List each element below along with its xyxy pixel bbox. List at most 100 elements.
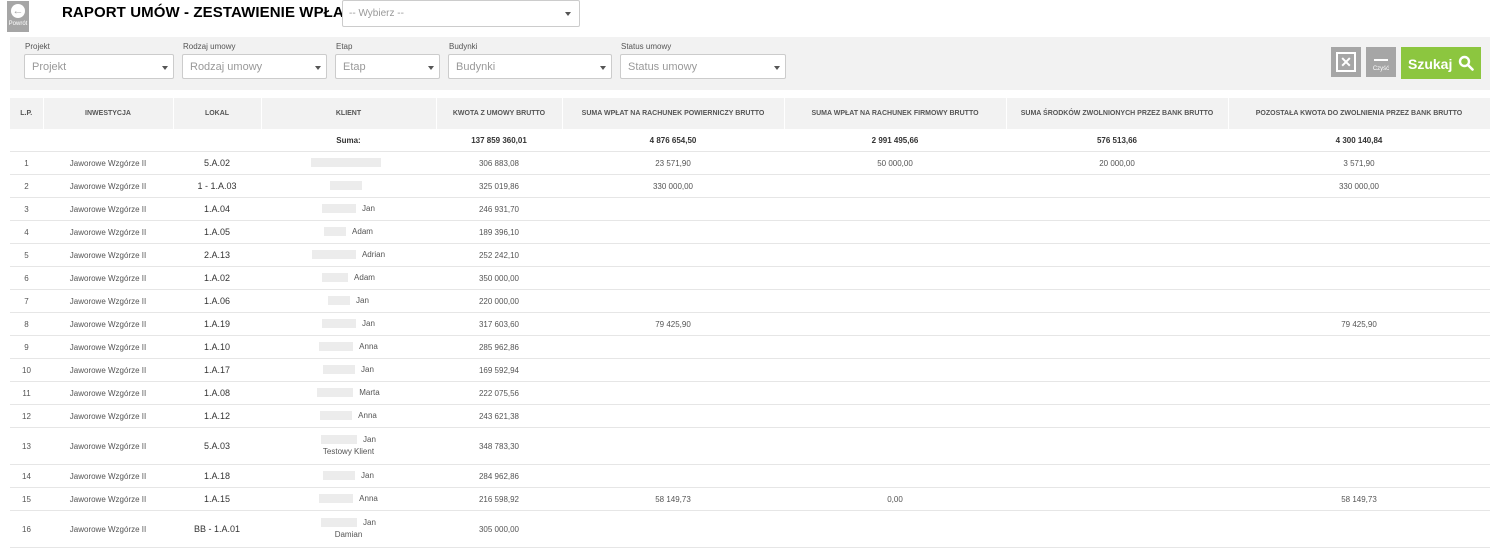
column-header[interactable]: KWOTA Z UMOWY BRUTTO	[436, 98, 563, 129]
firmowy-cell	[784, 243, 1006, 267]
lp-cell: 11	[10, 381, 43, 405]
lp-cell: 10	[10, 358, 43, 382]
search-button[interactable]: Szukaj	[1401, 47, 1481, 79]
lp-cell: 2	[10, 174, 43, 198]
table-row[interactable]: 4 Jaworowe Wzgórze II 1.A.05 Adam 189 396,10	[10, 220, 1490, 244]
redacted-name	[322, 319, 357, 329]
column-header[interactable]: INWESTYCJA	[43, 98, 174, 129]
zwolnione-cell	[1006, 464, 1228, 488]
back-button[interactable]: ← Powrót	[7, 1, 29, 32]
powierniczy-cell	[562, 289, 784, 313]
firmowy-cell	[784, 289, 1006, 313]
redacted-name	[323, 471, 356, 481]
lokal-cell: 2.A.13	[173, 243, 261, 267]
table-row[interactable]: 13 Jaworowe Wzgórze II 5.A.03 Jan Testowy Kl…	[10, 427, 1490, 465]
column-header[interactable]: POZOSTAŁA KWOTA DO ZWOLNIENIA PRZEZ BANK…	[1228, 98, 1491, 129]
projekt-select[interactable]: Projekt	[24, 54, 174, 79]
klient-cell	[261, 174, 436, 198]
klient-first-name: Adam	[354, 273, 375, 282]
lokal-cell: 1.A.02	[173, 266, 261, 290]
table-row[interactable]: 6 Jaworowe Wzgórze II 1.A.02 Adam 350 000,00	[10, 266, 1490, 290]
column-header[interactable]: SUMA WPŁAT NA RACHUNEK FIRMOWY BRUTTO	[784, 98, 1007, 129]
lokal-cell: 1.A.17	[173, 358, 261, 382]
table-row[interactable]: 11 Jaworowe Wzgórze II 1.A.08 Marta 222 075,…	[10, 381, 1490, 405]
klient-first-name: Adam	[352, 227, 373, 236]
zwolnione-cell	[1006, 510, 1228, 548]
powierniczy-cell	[562, 266, 784, 290]
export-excel-button[interactable]: ✕	[1331, 47, 1361, 77]
powierniczy-cell: 79 425,90	[562, 312, 784, 336]
chevron-down-icon	[600, 66, 606, 70]
pozostala-cell	[1228, 243, 1490, 267]
etap-select[interactable]: Etap	[335, 54, 440, 79]
search-label: Szukaj	[1408, 56, 1453, 72]
column-header[interactable]: KLIENT	[261, 98, 437, 129]
lokal-cell: 1.A.05	[173, 220, 261, 244]
budynki-select[interactable]: Budynki	[448, 54, 612, 79]
table-row[interactable]: 12 Jaworowe Wzgórze II 1.A.12 Anna 243 621,3…	[10, 404, 1490, 428]
rodzaj-umowy-select[interactable]: Rodzaj umowy	[182, 54, 327, 79]
firmowy-cell	[784, 220, 1006, 244]
status-umowy-select[interactable]: Status umowy	[620, 54, 786, 79]
table-header-row: L.P. INWESTYCJA LOKAL KLIENT KWOTA Z UMO…	[10, 98, 1491, 129]
table-row[interactable]: 10 Jaworowe Wzgórze II 1.A.17 Jan 169 592,94	[10, 358, 1490, 382]
filter-status-umowy: Status umowy Status umowy	[620, 42, 786, 79]
kwota-cell: 222 075,56	[436, 381, 562, 405]
sum-row: Suma: 137 859 360,01 4 876 654,50 2 991 …	[10, 129, 1490, 152]
powierniczy-cell: 330 000,00	[562, 174, 784, 198]
table-row[interactable]: 5 Jaworowe Wzgórze II 2.A.13 Adrian 252 242,…	[10, 243, 1490, 267]
klient-cell: Jan	[261, 312, 436, 336]
report-select[interactable]: -- Wybierz --	[342, 0, 580, 27]
column-header[interactable]: SUMA ŚRODKÓW ZWOLNIONYCH PRZEZ BANK BRUT…	[1006, 98, 1229, 129]
inwestycja-cell: Jaworowe Wzgórze II	[43, 220, 173, 244]
inwestycja-cell: Jaworowe Wzgórze II	[43, 243, 173, 267]
lokal-cell: 5.A.02	[173, 151, 261, 175]
lp-cell: 12	[10, 404, 43, 428]
klient-line	[261, 157, 436, 169]
lp-cell: 15	[10, 487, 43, 511]
report-select-value: -- Wybierz --	[349, 8, 404, 19]
klient-first-name: Jan	[356, 296, 369, 305]
powierniczy-cell	[562, 404, 784, 428]
powierniczy-cell	[562, 358, 784, 382]
zwolnione-cell	[1006, 312, 1228, 336]
kwota-cell: 220 000,00	[436, 289, 562, 313]
lokal-cell: 1 - 1.A.03	[173, 174, 261, 198]
powierniczy-cell	[562, 427, 784, 465]
klient-line: Adam	[261, 272, 436, 284]
inwestycja-cell: Jaworowe Wzgórze II	[43, 464, 173, 488]
klient-cell: Anna	[261, 335, 436, 359]
inwestycja-cell: Jaworowe Wzgórze II	[43, 197, 173, 221]
powierniczy-cell: 58 149,73	[562, 487, 784, 511]
table-row[interactable]: 7 Jaworowe Wzgórze II 1.A.06 Jan 220 000,00	[10, 289, 1490, 313]
table-row[interactable]: 15 Jaworowe Wzgórze II 1.A.15 Anna 216 598,9…	[10, 487, 1490, 511]
table-row[interactable]: 3 Jaworowe Wzgórze II 1.A.04 Jan 246 931,70	[10, 197, 1490, 221]
klient-first-name: Jan	[363, 435, 376, 444]
lp-cell: 8	[10, 312, 43, 336]
column-header[interactable]: LOKAL	[173, 98, 262, 129]
table-row[interactable]: 2 Jaworowe Wzgórze II 1 - 1.A.03 325 019,86…	[10, 174, 1490, 198]
table-row[interactable]: 1 Jaworowe Wzgórze II 5.A.02 306 883,08 23 5…	[10, 151, 1490, 175]
klient-line: Anna	[261, 493, 436, 505]
powierniczy-cell	[562, 335, 784, 359]
redacted-name	[310, 158, 381, 168]
column-header[interactable]: L.P.	[10, 98, 44, 129]
klient-cell: Jan Testowy Klient	[261, 427, 436, 465]
table-row[interactable]: 8 Jaworowe Wzgórze II 1.A.19 Jan 317 603,60 7…	[10, 312, 1490, 336]
klient-cell	[261, 151, 436, 175]
clear-button[interactable]: Czyść	[1366, 47, 1396, 77]
klient-cell: Adrian	[261, 243, 436, 267]
filter-label: Rodzaj umowy	[183, 42, 236, 51]
klient-cell: Marta	[261, 381, 436, 405]
table-row[interactable]: 9 Jaworowe Wzgórze II 1.A.10 Anna 285 962,86	[10, 335, 1490, 359]
klient-line: Jan	[261, 203, 436, 215]
lokal-cell: 1.A.18	[173, 464, 261, 488]
column-header[interactable]: SUMA WPŁAT NA RACHUNEK POWIERNICZY BRUTT…	[562, 98, 785, 129]
inwestycja-cell: Jaworowe Wzgórze II	[43, 404, 173, 428]
kwota-cell: 285 962,86	[436, 335, 562, 359]
klient-first-name: Jan	[363, 518, 376, 527]
kwota-cell: 169 592,94	[436, 358, 562, 382]
klient-line	[261, 180, 436, 192]
table-row[interactable]: 16 Jaworowe Wzgórze II BB - 1.A.01 Jan Damia…	[10, 510, 1490, 548]
table-row[interactable]: 14 Jaworowe Wzgórze II 1.A.18 Jan 284 962,86	[10, 464, 1490, 488]
